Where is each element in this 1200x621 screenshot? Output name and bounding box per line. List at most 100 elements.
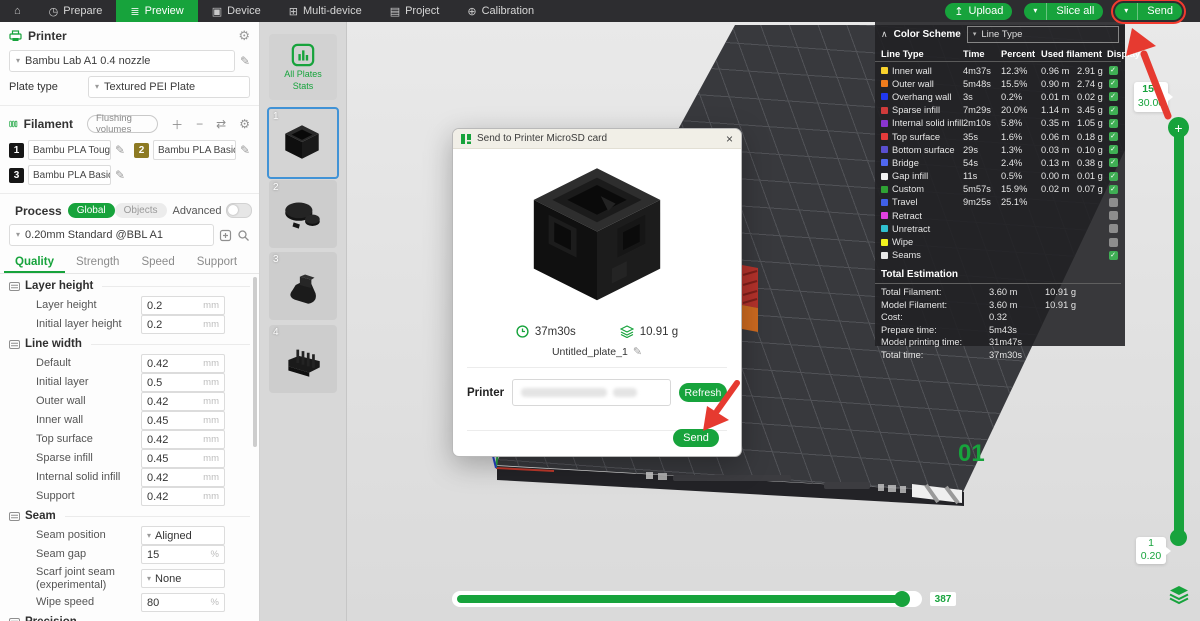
linetype-grams: 2.74 g xyxy=(1077,79,1107,89)
sync-filament-icon[interactable]: ⇄ xyxy=(216,117,226,131)
refresh-button[interactable]: Refresh xyxy=(679,383,727,402)
display-checkbox[interactable]: ✓ xyxy=(1109,66,1118,75)
display-checkbox[interactable]: ✓ xyxy=(1109,145,1118,154)
slice-dropdown-arrow[interactable]: ▾ xyxy=(1024,3,1046,20)
plate-type-label: Plate type xyxy=(9,81,83,93)
display-checkbox[interactable]: ✓ xyxy=(1109,172,1118,181)
scarf-joint-seam-experimental-select[interactable]: ▾None xyxy=(141,569,225,588)
layer-slider-handle[interactable] xyxy=(1170,529,1187,546)
display-checkbox[interactable] xyxy=(1109,211,1118,220)
send-split-button[interactable]: ▾ Send xyxy=(1115,3,1182,20)
remove-filament-button[interactable]: − xyxy=(196,117,203,131)
display-checkbox[interactable]: ✓ xyxy=(1109,251,1118,260)
edit-printer-icon[interactable]: ✎ xyxy=(240,54,250,68)
save-preset-icon[interactable] xyxy=(219,229,232,242)
plate-thumb-3[interactable]: 3 xyxy=(269,252,337,320)
seam-gap-input[interactable]: 15% xyxy=(141,545,225,564)
tab-prepare[interactable]: ◷Prepare xyxy=(35,0,117,22)
display-checkbox[interactable]: ✓ xyxy=(1109,79,1118,88)
filament-item-1[interactable]: 1Bambu PLA Tough✎ xyxy=(9,140,125,160)
outer-wall-input[interactable]: 0.42mm xyxy=(141,392,225,411)
dialog-titlebar[interactable]: Send to Printer MicroSD card × xyxy=(453,129,741,149)
internal-solid-infill-input[interactable]: 0.42mm xyxy=(141,468,225,487)
linetype-row-travel: Travel9m25s25.1% xyxy=(875,196,1125,209)
view-mode-select[interactable]: ▾ Line Type xyxy=(967,26,1119,43)
layer-slider-track[interactable] xyxy=(1174,120,1184,545)
move-slider-handle[interactable] xyxy=(894,591,910,607)
advanced-toggle[interactable] xyxy=(226,203,252,218)
display-checkbox[interactable] xyxy=(1109,238,1118,247)
tab-home[interactable]: ⌂ xyxy=(0,0,35,22)
total-label: Model printing time: xyxy=(881,337,989,347)
col-used-filament: Used filament xyxy=(1041,49,1107,59)
close-icon[interactable]: × xyxy=(726,132,733,146)
slice-all-split-button[interactable]: ▾ Slice all xyxy=(1024,3,1103,20)
layer-slider-plus-button[interactable]: + xyxy=(1168,117,1189,138)
initial-layer-height-input[interactable]: 0.2mm xyxy=(141,315,225,334)
edit-filament-icon[interactable]: ✎ xyxy=(240,143,250,157)
search-icon[interactable] xyxy=(237,229,250,242)
display-checkbox[interactable]: ✓ xyxy=(1109,119,1118,128)
edit-plate-name-icon[interactable]: ✎ xyxy=(633,345,642,358)
edit-filament-icon[interactable]: ✎ xyxy=(115,143,125,157)
tab-strength[interactable]: Strength xyxy=(65,251,130,273)
printer-select[interactable] xyxy=(512,379,671,406)
tab-device[interactable]: ▣Device xyxy=(198,0,275,22)
plate-type-select[interactable]: ▾ Textured PEI Plate xyxy=(88,76,250,98)
filament-item-3[interactable]: 3Bambu PLA Basic✎ xyxy=(9,165,125,185)
inner-wall-input[interactable]: 0.45mm xyxy=(141,411,225,430)
seam-position-select[interactable]: ▾Aligned xyxy=(141,526,225,545)
display-checkbox[interactable]: ✓ xyxy=(1109,158,1118,167)
collapse-icon[interactable]: ∧ xyxy=(881,29,888,40)
tab-multi-device[interactable]: ⊞Multi-device xyxy=(275,0,376,22)
tab-speed[interactable]: Speed xyxy=(130,251,185,273)
linetype-percent: 0.5% xyxy=(1001,171,1041,181)
display-checkbox[interactable]: ✓ xyxy=(1109,132,1118,141)
global-toggle-button[interactable]: Global xyxy=(68,203,115,218)
edit-filament-icon[interactable]: ✎ xyxy=(115,168,125,182)
objects-toggle-button[interactable]: Objects xyxy=(115,203,167,218)
tab-others[interactable]: Others xyxy=(248,251,260,273)
dialog-send-button[interactable]: Send xyxy=(673,429,719,447)
display-checkbox[interactable]: ✓ xyxy=(1109,92,1118,101)
wipe-speed-input[interactable]: 80% xyxy=(141,593,225,612)
support-input[interactable]: 0.42mm xyxy=(141,487,225,506)
process-preset-select[interactable]: ▾ 0.20mm Standard @BBL A1 xyxy=(9,224,214,246)
color-scheme-title: Color Scheme xyxy=(894,29,961,40)
all-plates-stats-button[interactable]: All Plates Stats xyxy=(269,34,337,100)
tab-quality[interactable]: Quality xyxy=(4,251,65,273)
tab-preview[interactable]: ≣Preview xyxy=(116,0,197,22)
initial-layer-input[interactable]: 0.5mm xyxy=(141,373,225,392)
plate-thumb-1[interactable]: 1 xyxy=(267,107,339,179)
display-checkbox[interactable] xyxy=(1109,198,1118,207)
send-dropdown-arrow[interactable]: ▾ xyxy=(1115,3,1137,20)
layer-height-input[interactable]: 0.2mm xyxy=(141,296,225,315)
display-checkbox[interactable] xyxy=(1109,224,1118,233)
plate-thumb-2[interactable]: 2 xyxy=(269,180,337,248)
tab-support[interactable]: Support xyxy=(186,251,248,273)
sidebar-scrollbar[interactable] xyxy=(253,277,257,447)
upload-button[interactable]: ↥Upload xyxy=(945,3,1012,20)
default-input[interactable]: 0.42mm xyxy=(141,354,225,373)
sparse-infill-input[interactable]: 0.45mm xyxy=(141,449,225,468)
line-width-icon xyxy=(9,339,20,350)
linetype-row-unretract: Unretract xyxy=(875,222,1125,235)
printer-model-select[interactable]: ▾ Bambu Lab A1 0.4 nozzle xyxy=(9,50,235,72)
plate-thumb-4[interactable]: 4 xyxy=(269,325,337,393)
param-outer-wall: Outer wall0.42mm xyxy=(0,392,259,411)
color-swatch xyxy=(881,159,888,166)
filament-item-2[interactable]: 2Bambu PLA Basic✎ xyxy=(134,140,250,160)
filament-settings-gear-icon[interactable]: ⚙ xyxy=(239,117,250,131)
display-checkbox[interactable]: ✓ xyxy=(1109,106,1118,115)
flushing-volumes-button[interactable]: Flushing volumes xyxy=(87,115,158,133)
top-surface-input[interactable]: 0.42mm xyxy=(141,430,225,449)
add-filament-button[interactable]: ＋ xyxy=(171,116,183,133)
color-swatch xyxy=(881,67,888,74)
move-slider[interactable] xyxy=(452,591,922,607)
layers-icon[interactable] xyxy=(1168,585,1190,605)
tab-project[interactable]: ▤Project xyxy=(376,0,454,22)
printer-settings-gear-icon[interactable]: ⚙ xyxy=(238,28,250,44)
tab-calibration[interactable]: ⊕Calibration xyxy=(453,0,548,22)
color-swatch xyxy=(881,133,888,140)
display-checkbox[interactable]: ✓ xyxy=(1109,185,1118,194)
